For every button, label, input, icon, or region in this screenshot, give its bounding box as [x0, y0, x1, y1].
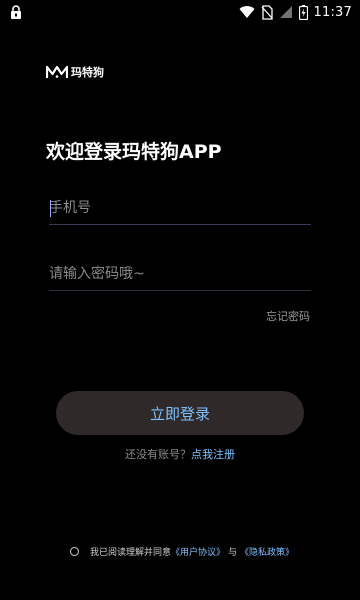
privacy-policy-link[interactable]: 《隐私政策》 [240, 545, 294, 558]
status-bar: 11:37 [0, 0, 360, 24]
status-time: 11:37 [313, 4, 352, 20]
battery-charging-icon [298, 4, 308, 20]
status-icons: 11:37 [239, 3, 352, 21]
brand-name: 玛特狗 [71, 66, 104, 79]
lock-icon [11, 5, 21, 19]
login-button[interactable]: 立即登录 [56, 391, 304, 435]
agreement-checkbox[interactable] [70, 547, 79, 556]
register-prompt: 还没有账号？ [125, 448, 191, 461]
brand: 玛特狗 [46, 64, 104, 80]
agreement-text: 我已阅读理解并同意 [90, 548, 172, 558]
phone-input[interactable] [49, 192, 311, 224]
password-input[interactable] [49, 258, 311, 290]
phone-field[interactable] [49, 192, 311, 225]
no-sim-icon [261, 4, 273, 20]
user-agreement-link[interactable]: 《用户协议》 [171, 545, 225, 558]
register-line: 还没有账号？点我注册 [0, 446, 360, 462]
m-logo-icon [46, 65, 68, 78]
forgot-password-link[interactable]: 忘记密码 [266, 308, 310, 324]
page-title: 欢迎登录玛特狗APP [46, 141, 222, 163]
wifi-icon [239, 6, 255, 19]
agreement-and: 与 [228, 548, 238, 558]
signal-icon [279, 6, 292, 18]
agreement: 我已阅读理解并同意 《用户协议》 与 《隐私政策》 [70, 545, 294, 558]
password-field[interactable] [49, 258, 311, 291]
text-cursor [50, 200, 51, 217]
register-link[interactable]: 点我注册 [191, 448, 235, 461]
